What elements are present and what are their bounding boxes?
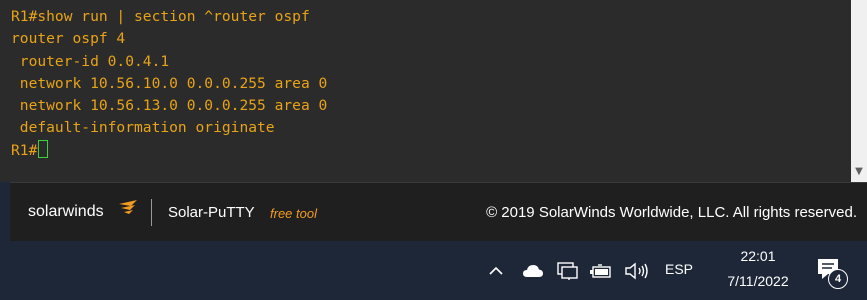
scrollbar-thumb[interactable] — [854, 4, 864, 150]
brand-name: solarwinds — [28, 203, 104, 220]
notification-center-button[interactable]: 4 — [816, 257, 848, 289]
cloud-icon[interactable] — [520, 259, 546, 283]
terminal-line: router-id 0.0.4.1 — [11, 52, 170, 70]
battery-icon[interactable] — [588, 259, 614, 283]
product-tag: free tool — [270, 206, 317, 221]
network-icon[interactable] — [554, 259, 580, 283]
terminal-line: network 10.56.13.0 0.0.0.255 area 0 — [11, 97, 328, 115]
terminal-window[interactable]: R1#show run | section ^router ospf route… — [0, 0, 851, 182]
terminal-line: R1#show run | section ^router ospf — [11, 8, 310, 25]
footer-divider — [151, 199, 152, 226]
chevron-up-icon[interactable] — [486, 259, 506, 283]
terminal-output: R1#show run | section ^router ospf route… — [11, 6, 327, 162]
terminal-line: network 10.56.10.0 0.0.0.255 area 0 — [11, 74, 328, 92]
scroll-down-arrow-icon[interactable]: ▼ — [853, 166, 865, 178]
speaker-icon[interactable] — [622, 259, 654, 283]
clock-date[interactable]: 7/11/2022 — [709, 273, 807, 289]
terminal-scrollbar[interactable]: ▼ — [851, 0, 867, 182]
taskbar: ESP 22:01 7/11/2022 4 — [0, 241, 867, 300]
input-language[interactable]: ESP — [665, 261, 693, 277]
terminal-line: default-information originate — [11, 119, 275, 137]
notification-count-badge: 4 — [828, 269, 848, 289]
clock-time[interactable]: 22:01 — [730, 248, 786, 264]
terminal-cursor — [38, 139, 49, 158]
terminal-prompt: R1# — [11, 141, 38, 159]
product-name: Solar-PuTTY — [168, 204, 255, 221]
solarwinds-logo-icon — [119, 200, 137, 214]
copyright-text: © 2019 SolarWinds Worldwide, LLC. All ri… — [486, 204, 857, 221]
app-footer: solarwinds Solar-PuTTY free tool © 2019 … — [10, 182, 867, 241]
terminal-line: router ospf 4 — [11, 30, 126, 48]
